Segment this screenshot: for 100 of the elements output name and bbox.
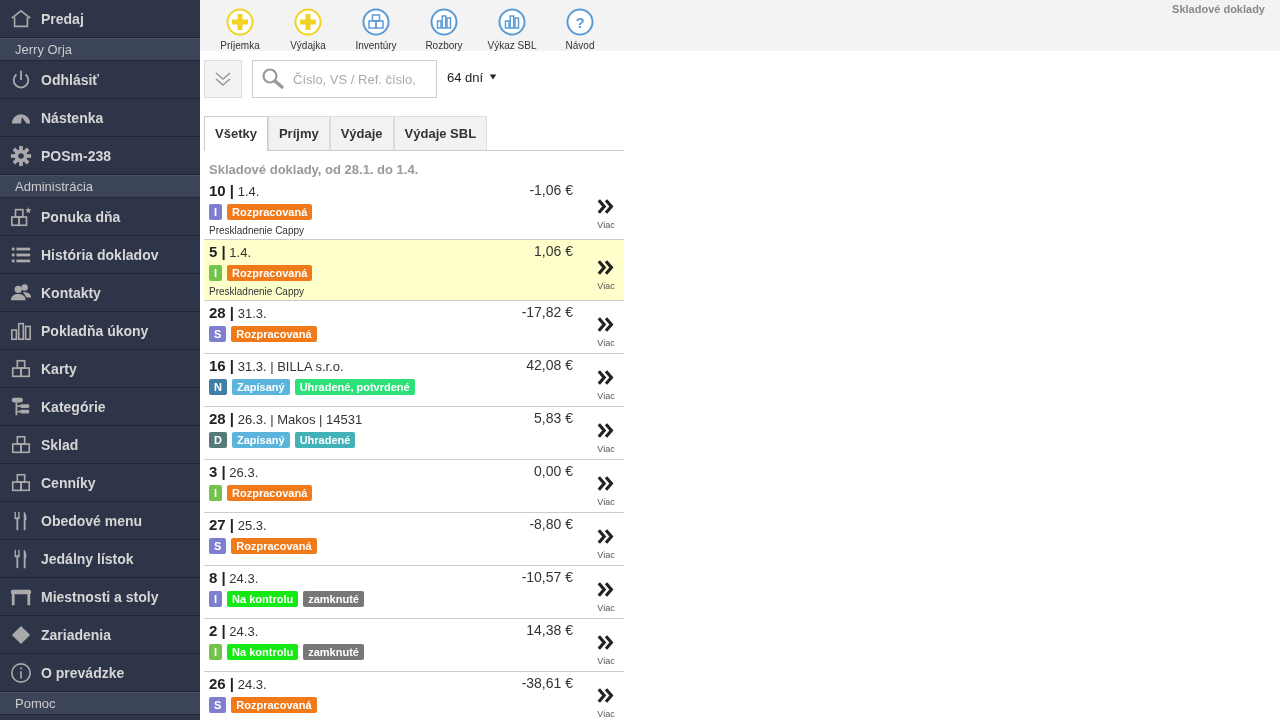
document-note: Preskladnenie Cappy <box>209 286 306 297</box>
status-badge: zamknuté <box>303 591 364 607</box>
more-link[interactable]: Viac <box>593 410 619 456</box>
double-chevron-right-icon <box>597 422 615 438</box>
document-type-badge: S <box>209 326 227 342</box>
amount: -1,06 € <box>529 182 574 200</box>
document-type-badge: I <box>209 204 223 220</box>
tree-icon <box>10 395 32 418</box>
period-dropdown[interactable]: 64 dní <box>447 69 498 85</box>
document-heading: 5 | 1.4. <box>209 243 252 260</box>
document-heading: 3 | 26.3. <box>209 463 260 480</box>
status-badge: Rozpracovaná <box>227 485 313 501</box>
amount: 14,38 € <box>526 622 574 640</box>
more-link[interactable]: Viac <box>593 243 619 297</box>
amount: 42,08 € <box>526 357 574 375</box>
toolbar-button[interactable]: Výkaz SBL <box>478 0 546 51</box>
status-badge: Zapísaný <box>231 379 290 395</box>
status-badge: Na kontrolu <box>227 591 299 607</box>
status-badge: Na kontrolu <box>227 644 299 660</box>
gear-icon <box>10 144 32 167</box>
double-chevron-right-icon <box>597 259 615 275</box>
double-chevron-right-icon <box>597 528 615 544</box>
search-field[interactable]: Číslo, VS / Ref. číslo, <box>252 60 437 98</box>
document-row[interactable]: 2 | 24.3. I Na kontrolu zamknuté 14,38 € Viac <box>204 619 624 672</box>
home-icon <box>10 7 32 30</box>
help-icon: ? <box>566 8 594 36</box>
status-badge: Rozpracovaná <box>231 326 317 342</box>
amount: -38,61 € <box>521 675 574 693</box>
document-heading: 28 | 31.3. <box>209 304 268 321</box>
status-badge: Uhradené <box>294 432 356 448</box>
document-heading: 10 | 1.4. <box>209 182 261 199</box>
document-type-badge: D <box>209 432 227 448</box>
document-row[interactable]: 16 | 31.3. | BILLA s.r.o. N Zapísaný Uhradené, potvrdené 42,08 € Viac <box>204 354 624 407</box>
document-row[interactable]: 5 | 1.4. I Rozpracovaná Preskladnenie Cappy 1,06 € Viac <box>204 240 624 301</box>
document-heading: 28 | 26.3. | Makos | 14531 <box>209 410 364 427</box>
amount: 0,00 € <box>534 463 574 481</box>
status-badge: zamknuté <box>303 644 364 660</box>
tab[interactable]: Výdaje SBL <box>393 116 488 150</box>
dropdown-caret-icon <box>489 73 498 81</box>
more-link[interactable]: Viac <box>593 463 619 509</box>
sidebar-section-header: Pomoc <box>0 692 200 715</box>
double-chevron-right-icon <box>597 687 615 703</box>
tab[interactable]: Príjmy <box>267 116 330 150</box>
info-icon <box>10 661 32 684</box>
amount: -17,82 € <box>521 304 574 322</box>
toolbar-button[interactable]: Rozbory <box>410 0 478 51</box>
amount: -8,80 € <box>529 516 574 534</box>
amount: 1,06 € <box>534 243 574 261</box>
more-link[interactable]: Viac <box>593 675 619 720</box>
document-heading: 27 | 25.3. <box>209 516 268 533</box>
double-chevron-down-icon <box>213 69 233 89</box>
status-badge: Rozpracovaná <box>231 697 317 713</box>
boxes-icon <box>10 433 32 456</box>
sidebar-section-header: Administrácia <box>0 175 200 198</box>
status-badge: Zapísaný <box>231 432 290 448</box>
document-row[interactable]: 27 | 25.3. S Rozpracovaná -8,80 € Viac <box>204 513 624 566</box>
more-link[interactable]: Viac <box>593 622 619 668</box>
boxstar-icon <box>10 205 32 228</box>
document-row[interactable]: 28 | 31.3. S Rozpracovaná -17,82 € Viac <box>204 301 624 354</box>
document-heading: 2 | 24.3. <box>209 622 260 639</box>
document-heading: 8 | 24.3. <box>209 569 260 586</box>
double-chevron-right-icon <box>597 369 615 385</box>
toolbar-button[interactable]: Inventúry <box>342 0 410 51</box>
document-type-badge: I <box>209 644 223 660</box>
tab[interactable]: Všetky <box>204 116 268 151</box>
status-badge: Uhradené, potvrdené <box>294 379 415 395</box>
page-title: Skladové doklady <box>1172 3 1265 15</box>
tab[interactable]: Výdaje <box>329 116 394 150</box>
double-chevron-right-icon <box>597 581 615 597</box>
list-title: Skladové doklady, od 28.1. do 1.4. <box>208 161 420 179</box>
document-type-badge: N <box>209 379 227 395</box>
more-link[interactable]: Viac <box>593 357 619 403</box>
sidebar-item[interactable]: Miestnosti a stoly <box>0 578 200 616</box>
sidebar-item[interactable]: Kontakty <box>0 274 200 312</box>
document-row[interactable]: 3 | 26.3. I Rozpracovaná 0,00 € Viac <box>204 460 624 513</box>
document-type-badge: I <box>209 485 223 501</box>
document-row[interactable]: 28 | 26.3. | Makos | 14531 D Zapísaný Uhradené 5,83 € Viac <box>204 407 624 460</box>
document-row[interactable]: 8 | 24.3. I Na kontrolu zamknuté -10,57 € Viac <box>204 566 624 619</box>
toolbar-button[interactable]: Príjemka <box>206 0 274 51</box>
toolbar-button[interactable]: Výdajka <box>274 0 342 51</box>
document-type-badge: S <box>209 538 227 554</box>
more-link[interactable]: Viac <box>593 516 619 562</box>
document-note: Preskladnenie Cappy <box>209 225 306 236</box>
toolbar-button[interactable]: ? Návod <box>546 0 614 51</box>
more-link[interactable]: Viac <box>593 569 619 615</box>
status-badge: Rozpracovaná <box>231 538 317 554</box>
sidebar-item[interactable]: Pokladňa úkony <box>0 312 200 350</box>
sidebar-section-header: Jerry Orja <box>0 38 200 61</box>
expand-filters-button[interactable] <box>204 60 242 98</box>
document-type-badge: I <box>209 265 223 281</box>
document-heading: 26 | 24.3. <box>209 675 268 692</box>
more-link[interactable]: Viac <box>593 304 619 350</box>
more-link[interactable]: Viac <box>593 182 619 236</box>
document-type-badge: I <box>209 591 223 607</box>
status-badge: Rozpracovaná <box>227 204 313 220</box>
double-chevron-right-icon <box>597 475 615 491</box>
status-badge: Rozpracovaná <box>227 265 313 281</box>
sidebar-item[interactable]: Zariadenia <box>0 616 200 654</box>
amount: 5,83 € <box>534 410 574 428</box>
document-row[interactable]: 26 | 24.3. S Rozpracovaná -38,61 € Viac <box>204 672 624 720</box>
